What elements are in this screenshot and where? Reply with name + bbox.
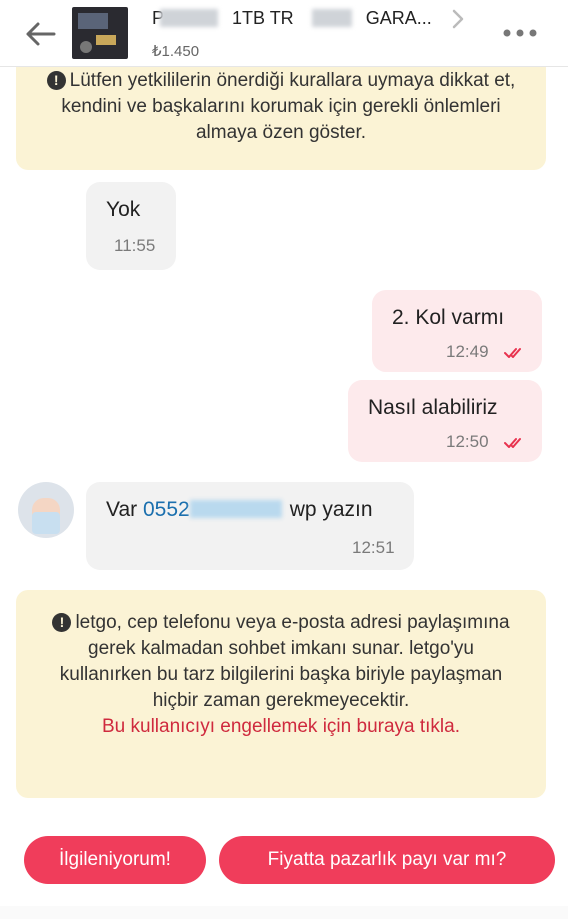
double-check-icon (504, 438, 521, 448)
message-text: Nasıl alabiliriz (368, 396, 498, 419)
warning-icon: ! (52, 613, 72, 632)
message-time: 12:49 (446, 342, 489, 361)
back-arrow-icon[interactable] (20, 17, 60, 51)
safety-notice-text: Lütfen yetkililerin önerdiği kurallara u… (61, 70, 516, 143)
chat-header: P 1TB TR GARA... ₺1.450 (0, 0, 568, 67)
warning-icon: ! (46, 71, 66, 90)
message-time: 12:51 (352, 538, 395, 557)
quick-reply-negotiate[interactable]: Fiyatta pazarlık payı var mı? (219, 836, 555, 884)
safety-notice: ! Lütfen yetkililerin önerdiği kurallara … (16, 56, 546, 170)
input-area-edge (0, 906, 568, 919)
message-bubble-outgoing[interactable]: 2. Kol varmı 12:49 (372, 290, 542, 372)
message-time: 11:55 (114, 236, 156, 255)
chevron-right-icon[interactable] (448, 7, 468, 31)
privacy-notice: ! letgo, cep telefonu veya e-posta adresi… (16, 590, 546, 798)
message-time: 12:50 (446, 432, 489, 451)
phone-redaction (189, 500, 282, 518)
product-thumbnail[interactable] (72, 7, 128, 59)
privacy-notice-text: letgo, cep telefonu veya e-posta adresi … (59, 612, 510, 711)
double-check-icon (504, 348, 521, 358)
more-dots-icon[interactable] (500, 18, 540, 48)
phone-number-link[interactable]: 0552 (143, 498, 190, 521)
message-text: 2. Kol varmı (392, 306, 505, 329)
title-redaction (312, 9, 352, 27)
message-bubble-outgoing[interactable]: Nasıl alabiliriz 12:50 (348, 380, 542, 462)
message-text: Var 0552 wp yazın (106, 498, 373, 521)
quick-reply-interested[interactable]: İlgileniyorum! (24, 836, 206, 884)
message-bubble-incoming[interactable]: Yok 11:55 (86, 182, 176, 270)
block-user-link[interactable]: Bu kullanıcıyı engellemek için buraya tı… (44, 714, 518, 740)
title-redaction (160, 9, 218, 27)
message-text: Yok (106, 198, 141, 221)
message-bubble-incoming[interactable]: Var 0552 wp yazın 12:51 (86, 482, 414, 570)
sender-avatar[interactable] (18, 482, 74, 538)
product-price: ₺1.450 (152, 43, 200, 60)
